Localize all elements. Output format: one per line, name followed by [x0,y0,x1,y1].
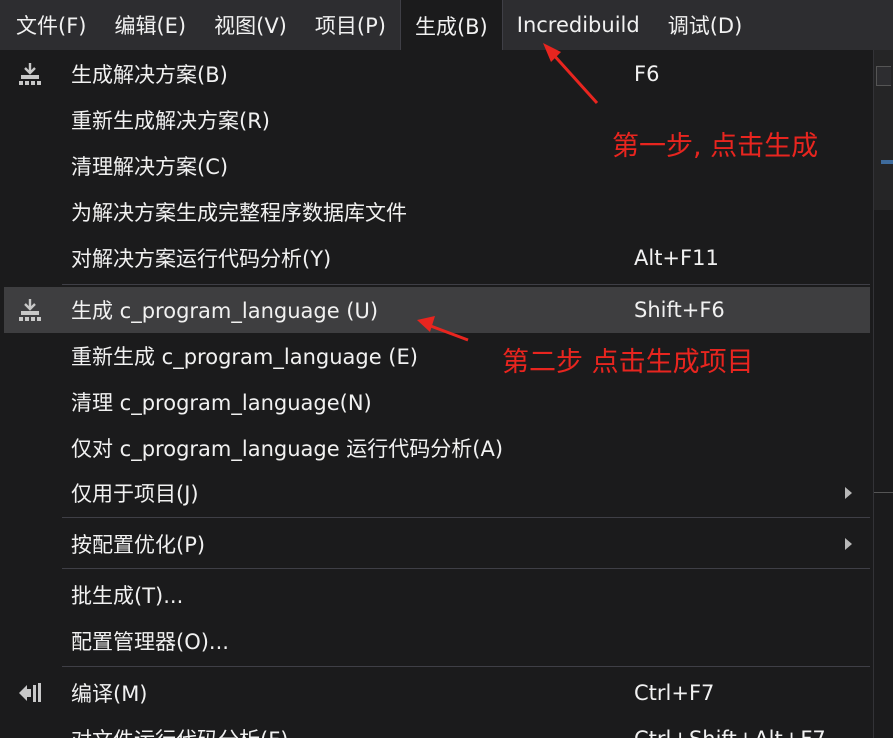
arrow-step1 [543,43,599,105]
annotation-arrows [417,43,599,342]
arrow-step2 [417,316,469,342]
visual-studio-window: 文件(F) 编辑(E) 视图(V) 项目(P) 生成(B) Incredibui… [0,0,893,738]
